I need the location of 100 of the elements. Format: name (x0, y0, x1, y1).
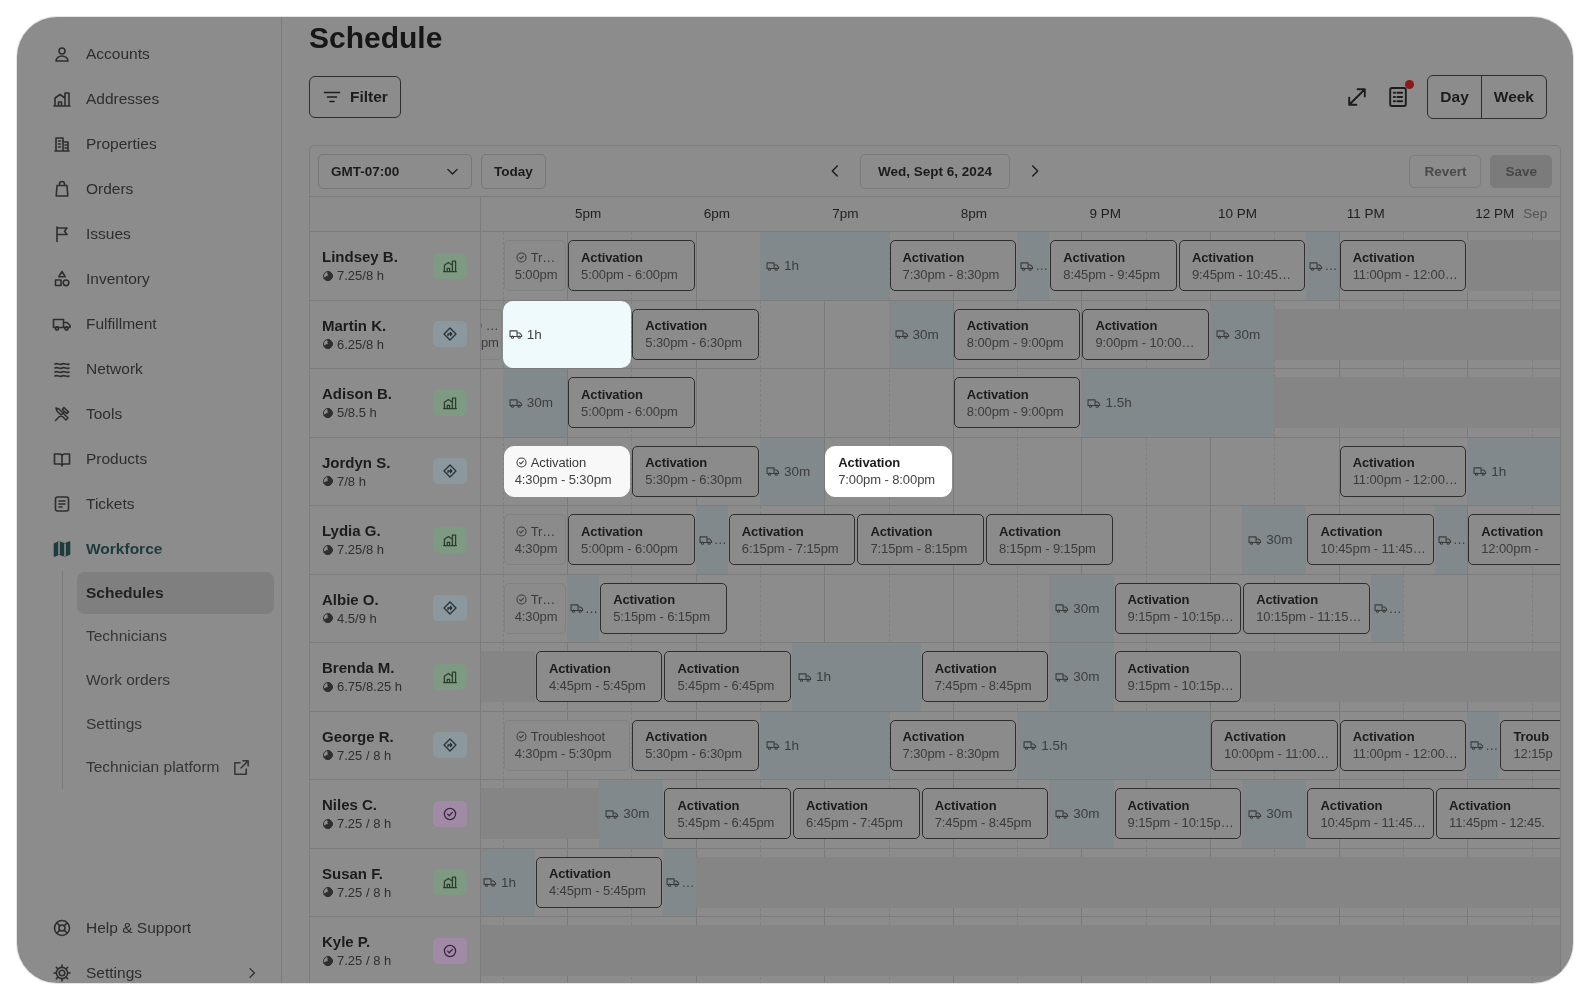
appointment-card[interactable]: Activation 12:00pm - (1468, 514, 1560, 565)
progress-pie-icon (322, 475, 334, 488)
appointment-card[interactable]: Activation 11:45pm - 12:45. (1436, 788, 1560, 839)
appointment-card[interactable]: Activation 5:30pm - 6:30pm (632, 308, 759, 360)
appointment-card[interactable]: Activation 4:45pm - 5:45pm (535, 651, 663, 702)
nav-subitem[interactable]: Technicians (77, 615, 274, 658)
appointment-card[interactable]: Activation 9:15pm - 10:15p… (1114, 788, 1242, 839)
appointment-time: 4:30pm - 5:30pm (514, 745, 613, 762)
nav-item[interactable]: Workforce (52, 526, 163, 571)
nav-item[interactable]: Addresses (52, 76, 160, 121)
travel-duration: … (585, 600, 599, 616)
completed-appointment-card[interactable]: … pm (481, 308, 502, 360)
completed-appointment-card[interactable]: Tr… 5:00pm (503, 240, 566, 291)
appointment-card[interactable]: Activation 10:45pm - 11:45… (1307, 788, 1435, 839)
nav-item[interactable]: Products (52, 436, 148, 481)
nav-item[interactable]: Help & Support (52, 905, 260, 950)
appointment-time: pm (481, 334, 499, 351)
appointment-time: 5:00pm (514, 265, 559, 283)
appointment-card[interactable]: Activation 7:30pm - 8:30pm (889, 240, 1017, 291)
appointment-title: Activation (1320, 522, 1384, 540)
appointment-time: 5:15pm - 6:15pm (613, 608, 711, 625)
appointment-card[interactable]: Activation 10:00pm - 11:00… (1211, 719, 1338, 771)
completed-appointment-card[interactable]: Tr… 4:30pm (503, 582, 566, 634)
appointment-time: 5:45pm - 6:45pm (677, 813, 776, 831)
truck-icon (765, 738, 780, 753)
appointment-title: Activation (902, 248, 966, 266)
appointment-card[interactable]: Activation 10:45pm - 11:45… (1307, 514, 1435, 565)
truck-icon (894, 327, 909, 342)
nav-item[interactable]: Tools (52, 391, 123, 436)
appointment-card[interactable]: Activation 5:45pm - 6:45pm (664, 788, 792, 839)
appointment-time: 4:30pm - 5:30pm (514, 471, 613, 488)
nav-item[interactable]: Settings (52, 950, 260, 983)
appointment-title: Activation (1191, 248, 1255, 266)
appointment-title: Activation (741, 522, 805, 540)
truck-icon (666, 875, 681, 890)
appointment-title: Activation (1352, 454, 1416, 471)
nav-item[interactable]: Network (52, 346, 143, 391)
completed-appointment-card[interactable]: Tr… 4:30pm (503, 514, 566, 565)
nav-item[interactable]: Properties (52, 121, 157, 166)
completed-appointment-card[interactable]: Activation 4:30pm - 5:30pm (503, 445, 631, 497)
nav-item[interactable]: Issues (52, 211, 131, 256)
appointment-title: Activation (1127, 659, 1191, 677)
appointment-card[interactable]: Activation 5:15pm - 6:15pm (600, 582, 727, 634)
nav-subitem[interactable]: Settings (77, 702, 274, 745)
nav-item[interactable]: Tickets (52, 481, 135, 526)
travel-duration: 30m (1234, 326, 1261, 342)
appointment-card[interactable]: Activation 10:15pm - 11:15… (1243, 582, 1370, 634)
nav-item[interactable]: Accounts (52, 31, 150, 76)
nav-item[interactable]: Inventory (52, 256, 150, 301)
appointment-time: 9:45pm - 10:45… (1191, 265, 1292, 283)
travel-duration: … (1035, 258, 1049, 274)
completed-appointment-card[interactable]: Troubleshoot 4:30pm - 5:30pm (503, 719, 631, 771)
nav-subitem[interactable]: Technician platform (77, 746, 274, 789)
appointment-card[interactable]: Activation 11:00pm - 12:00… (1339, 240, 1467, 291)
appointment-card[interactable]: Activation 8:15pm - 9:15pm (985, 514, 1113, 565)
appointment-card[interactable]: Activation 5:30pm - 6:30pm (632, 445, 759, 497)
nav-item[interactable]: Orders (52, 166, 134, 211)
time-label: 7pm (832, 206, 859, 221)
view-toggle[interactable]: Week (1480, 76, 1546, 118)
lifebuoy-icon (52, 917, 72, 938)
view-toggle[interactable]: Day (1428, 76, 1481, 118)
appointment-card[interactable]: Troub 12:15p (1500, 719, 1560, 771)
appointment-card[interactable]: Activation 7:15pm - 8:15pm (857, 514, 984, 565)
appointment-title: Tr… (530, 522, 556, 540)
appointment-card[interactable]: Activation 9:00pm - 10:00… (1082, 308, 1209, 360)
appointment-card[interactable]: Activation 8:00pm - 9:00pm (953, 308, 1081, 360)
appointment-card[interactable]: Activation 5:00pm - 6:00pm (568, 514, 695, 565)
timezone-select[interactable]: GMT-07:00 (318, 153, 472, 189)
appointment-card[interactable]: Activation 5:45pm - 6:45pm (664, 651, 792, 702)
appointment-card[interactable]: Activation 8:45pm - 9:45pm (1050, 240, 1177, 291)
technician-name: Susan F. (322, 864, 384, 882)
check-circle-icon (514, 456, 528, 469)
appointment-card[interactable]: Activation 11:00pm - 12:00… (1339, 445, 1467, 497)
appointment-card[interactable]: Activation 9:45pm - 10:45… (1178, 240, 1306, 291)
nav-subitem[interactable]: Work orders (77, 659, 274, 701)
appointment-card[interactable]: Activation 4:45pm - 5:45pm (535, 856, 663, 908)
appointment-card[interactable]: Activation 7:45pm - 8:45pm (921, 788, 1049, 839)
nav-subitem[interactable]: Schedules (77, 571, 274, 614)
diamond-arrow-icon (442, 326, 458, 343)
filter-button[interactable]: Filter (309, 76, 401, 118)
appointment-title: Activation (1449, 796, 1512, 814)
appointment-card[interactable]: Activation 5:00pm - 6:00pm (568, 377, 695, 428)
appointment-card[interactable]: Activation 7:30pm - 8:30pm (889, 719, 1017, 771)
appointment-card[interactable]: Activation 7:45pm - 8:45pm (921, 651, 1049, 702)
appointment-card[interactable]: Activation 7:00pm - 8:00pm (825, 445, 952, 497)
today-button[interactable]: Today (481, 153, 546, 189)
appointment-title: Activation (966, 385, 1030, 403)
appointment-card[interactable]: Activation 6:15pm - 7:15pm (728, 514, 856, 565)
nav-item[interactable]: Fulfillment (52, 301, 157, 346)
progress-pie-icon (322, 749, 334, 762)
appointment-card[interactable]: Activation 5:30pm - 6:30pm (632, 719, 759, 771)
appointment-card[interactable]: Activation 9:15pm - 10:15p… (1114, 582, 1242, 634)
travel-duration: 1.5h (1105, 395, 1132, 411)
appointment-card[interactable]: Activation 11:00pm - 12:00… (1339, 719, 1467, 771)
appointment-card[interactable]: Activation 8:00pm - 9:00pm (953, 377, 1081, 428)
appointment-title: Activation (806, 796, 869, 814)
appointment-card[interactable]: Activation 6:45pm - 7:45pm (793, 788, 920, 839)
appointment-card[interactable]: Activation 9:15pm - 10:15p… (1114, 651, 1242, 702)
technician-name: Martin K. (322, 316, 388, 334)
appointment-card[interactable]: Activation 5:00pm - 6:00pm (568, 240, 695, 291)
